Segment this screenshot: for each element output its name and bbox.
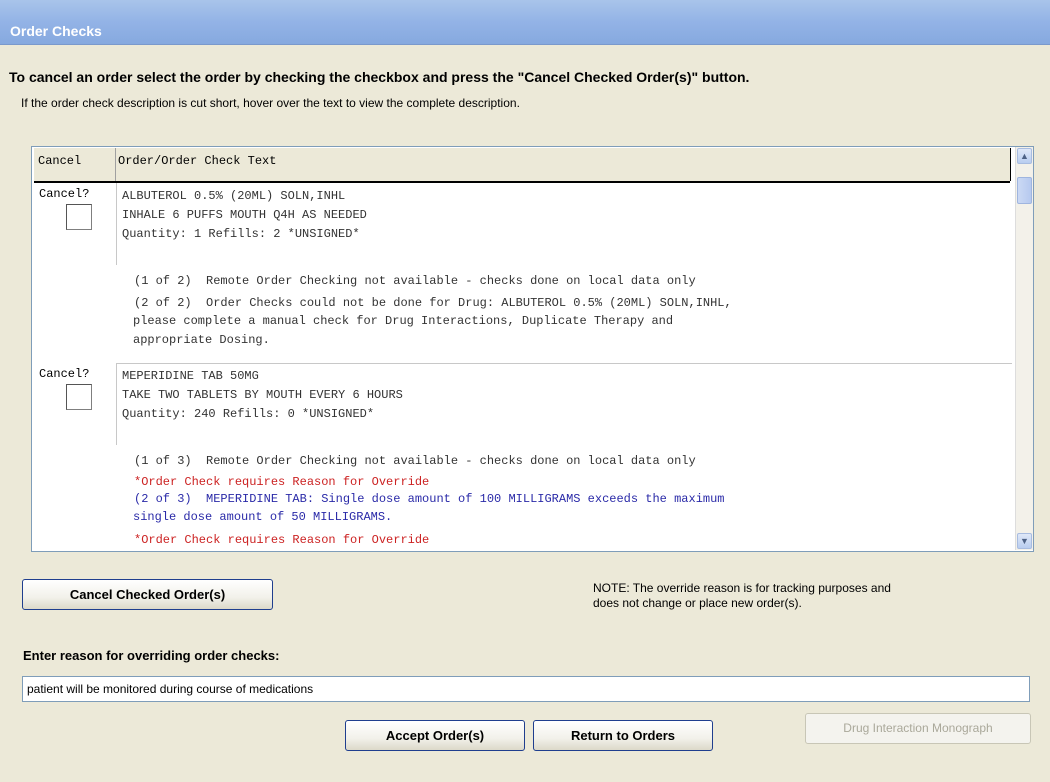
order-text: ALBUTEROL 0.5% (20ML) SOLN,INHL INHALE 6… [122, 187, 367, 244]
title-bar: Order Checks [0, 0, 1050, 45]
cancel-label: Cancel? [39, 187, 90, 201]
cancel-cell: Cancel? [34, 363, 117, 445]
window-title: Order Checks [10, 23, 102, 39]
order-check-row: (1 of 3) Remote Order Checking not avail… [34, 445, 1012, 551]
cancel-label: Cancel? [39, 367, 90, 381]
return-to-orders-button[interactable]: Return to Orders [533, 720, 713, 751]
order-check-line: *Order Check requires Reason for Overrid… [134, 533, 430, 547]
order-check-line: single dose amount of 50 MILLIGRAMS. [133, 510, 393, 524]
order-check-line: (2 of 2) Order Checks could not be done … [134, 296, 732, 310]
override-reason-label: Enter reason for overriding order checks… [23, 648, 280, 663]
order-check-line: (2 of 3) MEPERIDINE TAB: Single dose amo… [134, 492, 725, 506]
order-line: ALBUTEROL 0.5% (20ML) SOLN,INHL [122, 189, 346, 203]
order-line: Quantity: 240 Refills: 0 *UNSIGNED* [122, 407, 375, 421]
order-line: TAKE TWO TABLETS BY MOUTH EVERY 6 HOURS [122, 388, 403, 402]
grid-header: Cancel Order/Order Check Text [34, 148, 1011, 183]
order-checks-grid[interactable]: Cancel Order/Order Check Text Cancel? AL… [31, 146, 1034, 552]
drug-interaction-monograph-button: Drug Interaction Monograph [805, 713, 1031, 744]
cancel-cell: Cancel? [34, 183, 117, 265]
order-line: MEPERIDINE TAB 50MG [122, 369, 259, 383]
scroll-up-arrow-icon[interactable]: ▲ [1017, 148, 1032, 164]
note-line: NOTE: The override reason is for trackin… [593, 581, 891, 595]
column-header-cancel: Cancel [34, 148, 116, 181]
order-check-line: (1 of 2) Remote Order Checking not avail… [134, 274, 696, 288]
scrollbar-thumb[interactable] [1017, 177, 1032, 204]
override-reason-input[interactable]: patient will be monitored during course … [22, 676, 1030, 702]
cancel-checked-orders-button[interactable]: Cancel Checked Order(s) [22, 579, 273, 610]
order-row: Cancel? MEPERIDINE TAB 50MG TAKE TWO TAB… [34, 363, 1012, 446]
scroll-down-arrow-icon[interactable]: ▼ [1017, 533, 1032, 549]
order-line: INHALE 6 PUFFS MOUTH Q4H AS NEEDED [122, 208, 367, 222]
order-check-line: (1 of 3) Remote Order Checking not avail… [134, 454, 696, 468]
order-text: MEPERIDINE TAB 50MG TAKE TWO TABLETS BY … [122, 367, 403, 424]
cancel-checkbox[interactable] [66, 204, 92, 230]
note-line: does not change or place new order(s). [593, 596, 802, 610]
override-note: NOTE: The override reason is for trackin… [593, 581, 1003, 611]
header-divider [1010, 148, 1011, 181]
vertical-scrollbar[interactable]: ▲ ▼ [1015, 147, 1033, 550]
column-header-order-text: Order/Order Check Text [118, 154, 277, 168]
order-row: Cancel? ALBUTEROL 0.5% (20ML) SOLN,INHL … [34, 183, 1012, 266]
hover-instructions: If the order check description is cut sh… [21, 96, 520, 110]
order-check-row: (1 of 2) Remote Order Checking not avail… [34, 265, 1012, 364]
order-check-line: appropriate Dosing. [133, 333, 270, 347]
cancel-checkbox[interactable] [66, 384, 92, 410]
order-check-line: *Order Check requires Reason for Overrid… [134, 475, 430, 489]
order-line: Quantity: 1 Refills: 2 *UNSIGNED* [122, 227, 360, 241]
order-check-line: please complete a manual check for Drug … [133, 314, 674, 328]
accept-orders-button[interactable]: Accept Order(s) [345, 720, 525, 751]
cancel-instructions: To cancel an order select the order by c… [9, 69, 750, 85]
